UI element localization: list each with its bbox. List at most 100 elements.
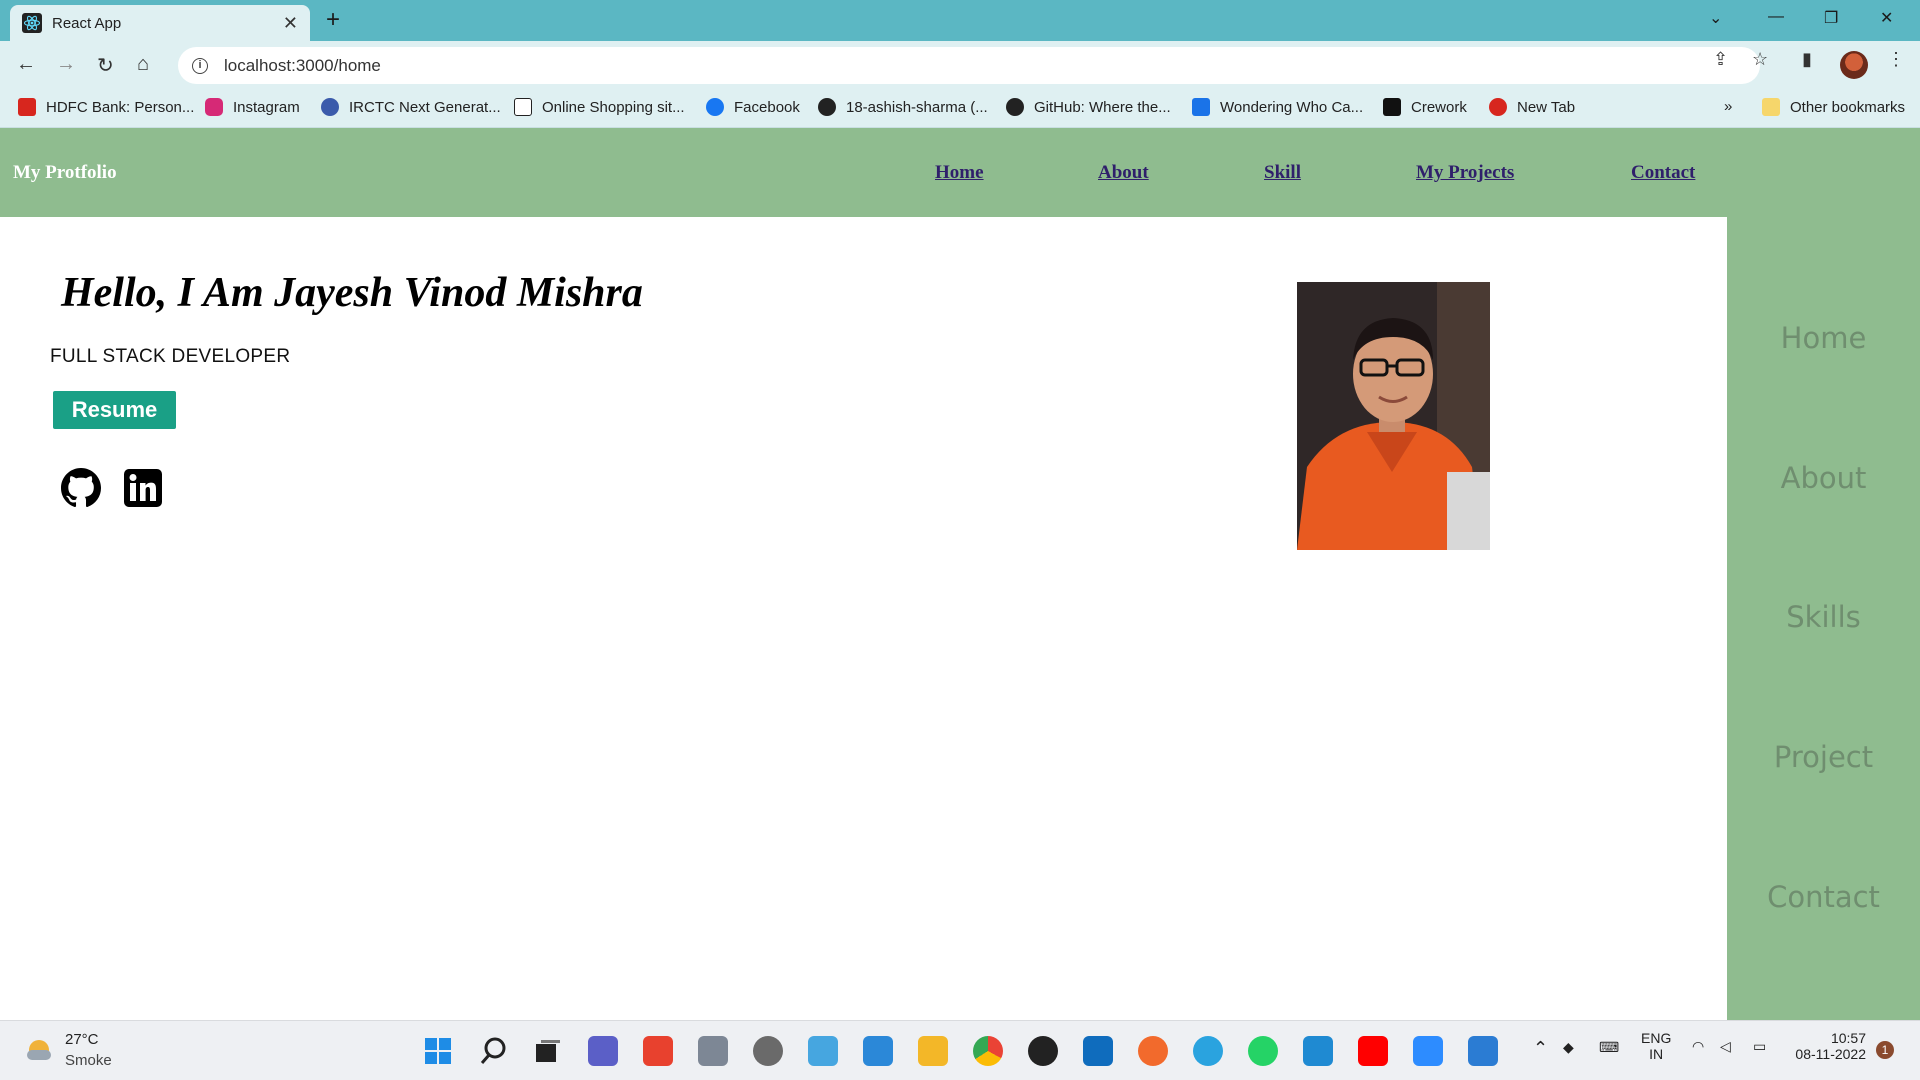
nav-skill[interactable]: Skill — [1264, 162, 1301, 184]
github-icon — [818, 98, 836, 116]
volume-icon[interactable]: ◁ — [1720, 1038, 1731, 1055]
bookmark-github-repo[interactable]: 18-ashish-sharma (... — [818, 98, 988, 116]
show-hidden-icons[interactable]: ⌃ — [1533, 1038, 1548, 1059]
nav-my-projects[interactable]: My Projects — [1416, 162, 1514, 184]
bookmark-new-tab[interactable]: New Tab — [1489, 98, 1575, 116]
irctc-icon — [321, 98, 339, 116]
phone-icon — [1192, 98, 1210, 116]
task-view-icon[interactable] — [533, 1036, 563, 1066]
photos-icon[interactable] — [808, 1036, 838, 1066]
forward-icon[interactable]: → — [56, 53, 76, 76]
restore-button[interactable]: ❐ — [1824, 8, 1838, 28]
bookmark-wondering[interactable]: Wondering Who Ca... — [1192, 98, 1363, 116]
language-code: ENG — [1641, 1030, 1672, 1046]
browser-tab[interactable]: React App ✕ — [10, 5, 310, 41]
side-nav-project[interactable]: Project — [1727, 740, 1920, 774]
media-player-icon[interactable] — [1028, 1036, 1058, 1066]
close-tab-icon[interactable]: ✕ — [283, 13, 298, 34]
weather-temperature: 27°C — [65, 1031, 99, 1048]
linkedin-icon[interactable] — [123, 468, 163, 508]
react-icon — [22, 13, 42, 33]
close-window-button[interactable]: ✕ — [1880, 8, 1893, 28]
windows-taskbar: 27°C Smoke ⌃ ◆ ⌨ ENG IN ◠ ◁ ▭ 10:57 08-1… — [0, 1020, 1920, 1080]
crework-icon — [1383, 98, 1401, 116]
other-bookmarks[interactable]: Other bookmarks — [1762, 98, 1905, 116]
keyboard-icon[interactable]: ⌨ — [1599, 1039, 1619, 1056]
weather-icon[interactable] — [24, 1035, 54, 1065]
site-navbar: My Protfolio Home About Skill My Project… — [0, 128, 1920, 217]
minimize-button[interactable]: — — [1768, 8, 1784, 26]
bookmark-instagram[interactable]: Instagram — [205, 98, 300, 116]
region-code: IN — [1649, 1046, 1664, 1062]
profile-avatar[interactable] — [1840, 51, 1868, 79]
github-icon — [1006, 98, 1024, 116]
windows-start-icon[interactable] — [423, 1036, 453, 1066]
reload-icon[interactable]: ↻ — [97, 53, 114, 78]
side-nav-skills[interactable]: Skills — [1727, 600, 1920, 634]
language-indicator[interactable]: ENG IN — [1641, 1030, 1671, 1062]
hdfc-icon — [18, 98, 36, 116]
home-icon[interactable]: ⌂ — [137, 53, 149, 76]
menu-icon[interactable]: ⋮ — [1887, 49, 1905, 70]
nav-contact[interactable]: Contact — [1631, 162, 1695, 184]
facebook-icon — [706, 98, 724, 116]
store-icon[interactable] — [1083, 1036, 1113, 1066]
amazon-icon — [514, 98, 532, 116]
search-icon[interactable] — [479, 1036, 509, 1066]
share-icon[interactable]: ⇪ — [1713, 49, 1728, 70]
wifi-icon[interactable]: ◠ — [1692, 1038, 1704, 1055]
chrome-icon[interactable] — [973, 1036, 1003, 1066]
hero-greeting: Hello, I Am Jayesh Vinod Mishra — [61, 270, 643, 316]
back-icon[interactable]: ← — [16, 53, 36, 76]
address-bar[interactable]: i localhost:3000/home — [178, 47, 1760, 84]
new-tab-button[interactable]: + — [326, 7, 340, 33]
clock-time: 10:57 — [1830, 1030, 1866, 1046]
clock-date: 08-11-2022 — [1795, 1046, 1866, 1062]
postman-icon[interactable] — [1138, 1036, 1168, 1066]
bookmark-github[interactable]: GitHub: Where the... — [1006, 98, 1171, 116]
more-bookmarks-button[interactable]: » — [1724, 98, 1732, 115]
nav-about[interactable]: About — [1098, 162, 1149, 184]
tab-search-icon[interactable]: ⌄ — [1709, 8, 1722, 28]
nav-home[interactable]: Home — [935, 162, 984, 184]
side-nav: Home About Skills Project Contact — [1727, 217, 1920, 1020]
page-viewport: My Protfolio Home About Skill My Project… — [0, 128, 1920, 1020]
file-explorer-icon[interactable] — [918, 1036, 948, 1066]
vscode-icon[interactable] — [1303, 1036, 1333, 1066]
side-panel-icon[interactable]: ▮ — [1802, 49, 1812, 70]
zoom-icon[interactable] — [1413, 1036, 1443, 1066]
youtube-icon[interactable] — [1358, 1036, 1388, 1066]
side-nav-home[interactable]: Home — [1727, 321, 1920, 355]
bookmark-facebook[interactable]: Facebook — [706, 98, 800, 116]
bookmark-irctc[interactable]: IRCTC Next Generat... — [321, 98, 501, 116]
bookmark-amazon[interactable]: Online Shopping sit... — [514, 98, 685, 116]
browser-tab-bar: React App ✕ + ⌄ — ❐ ✕ — [0, 0, 1920, 41]
weather-description: Smoke — [65, 1052, 112, 1069]
resume-button[interactable]: Resume — [53, 391, 176, 429]
side-nav-contact[interactable]: Contact — [1727, 880, 1920, 914]
telegram-icon[interactable] — [1193, 1036, 1223, 1066]
site-brand[interactable]: My Protfolio — [13, 162, 117, 184]
notepad-icon[interactable] — [1468, 1036, 1498, 1066]
camera-icon[interactable] — [698, 1036, 728, 1066]
bookmark-crework[interactable]: Crework — [1383, 98, 1467, 116]
whatsapp-icon[interactable] — [1248, 1036, 1278, 1066]
teams-chat-icon[interactable] — [588, 1036, 618, 1066]
clock-icon[interactable] — [753, 1036, 783, 1066]
url-text: localhost:3000/home — [224, 55, 381, 75]
clock[interactable]: 10:57 08-11-2022 — [1790, 1030, 1866, 1062]
notification-badge[interactable]: 1 — [1876, 1041, 1894, 1059]
folder-icon — [1762, 98, 1780, 116]
battery-icon[interactable]: ▭ — [1753, 1038, 1766, 1055]
tab-title: React App — [52, 14, 122, 32]
git-app-icon[interactable] — [643, 1036, 673, 1066]
bookmark-hdfc[interactable]: HDFC Bank: Person... — [18, 98, 194, 116]
dropbox-icon[interactable]: ◆ — [1563, 1039, 1574, 1056]
github-icon[interactable] — [61, 468, 101, 508]
side-nav-about[interactable]: About — [1727, 461, 1920, 495]
new-tab-icon — [1489, 98, 1507, 116]
site-info-icon[interactable]: i — [192, 57, 208, 74]
bookmark-star-icon[interactable]: ☆ — [1752, 49, 1768, 70]
hero-role: FULL STACK DEVELOPER — [50, 346, 291, 367]
control-panel-icon[interactable] — [863, 1036, 893, 1066]
